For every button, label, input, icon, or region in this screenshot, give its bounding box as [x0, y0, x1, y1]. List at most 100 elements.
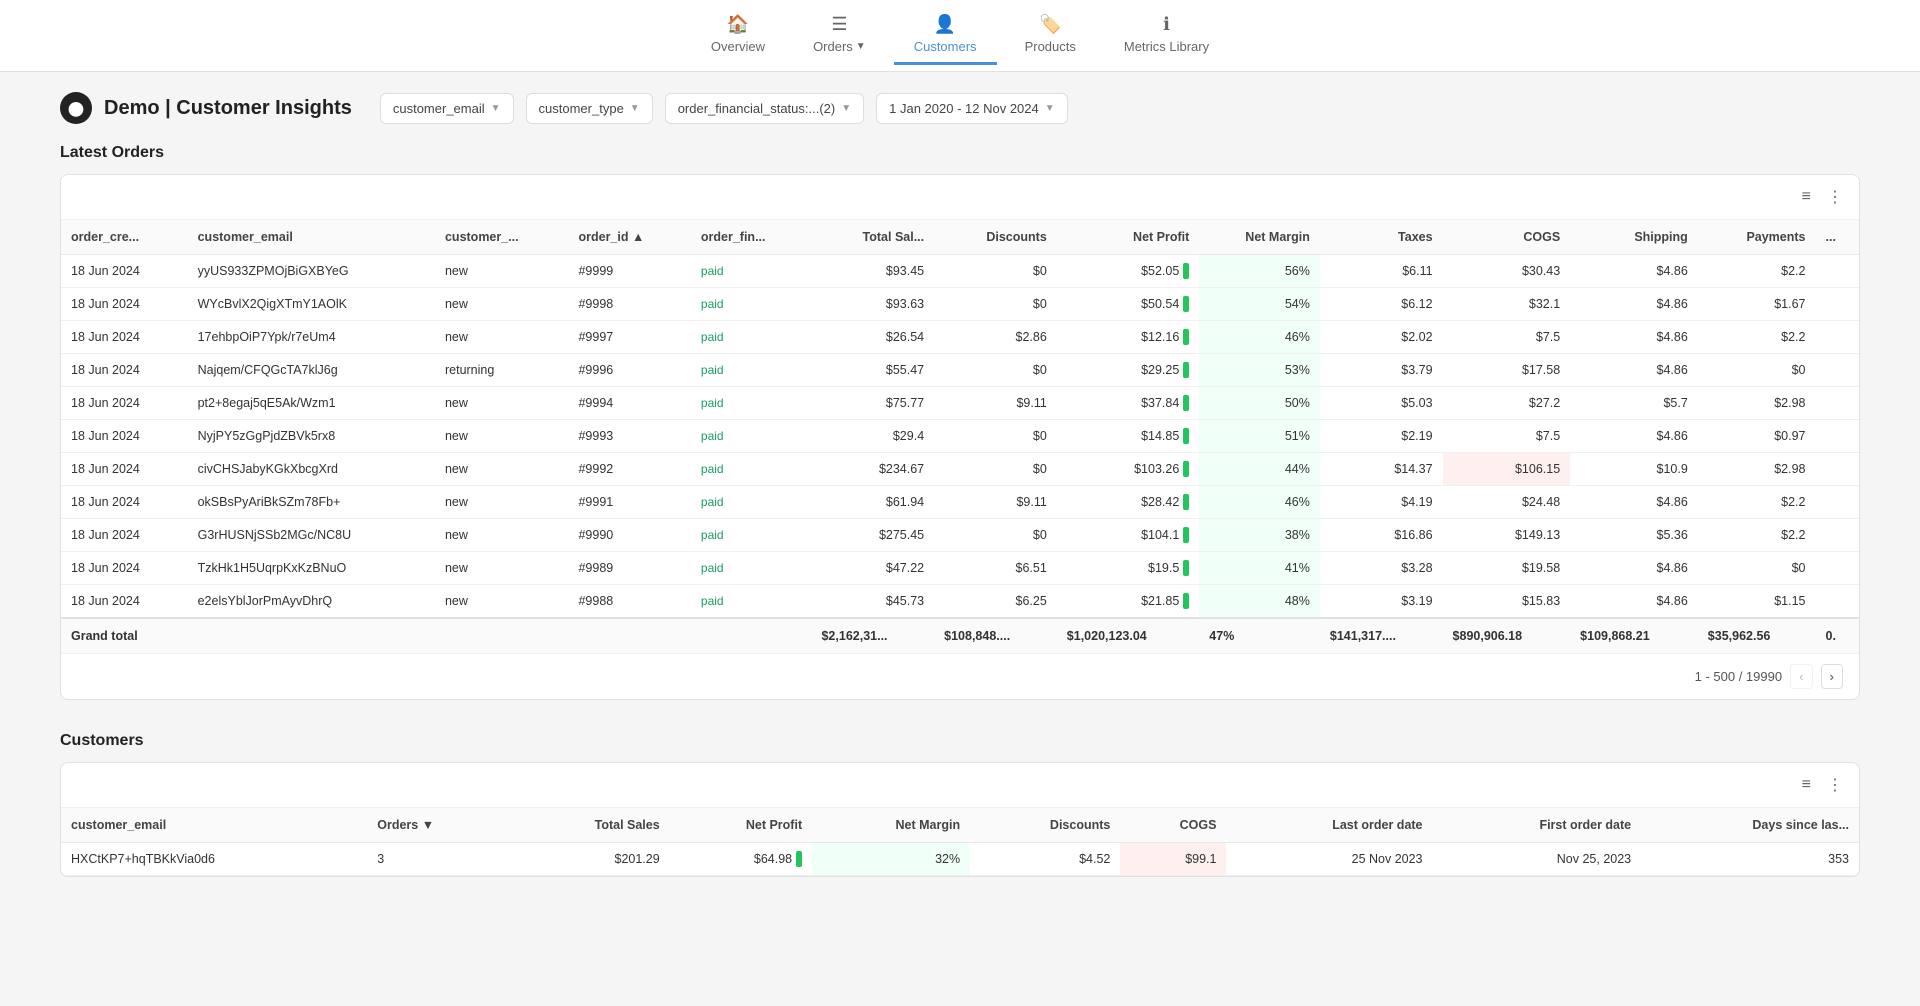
filter-date-range[interactable]: 1 Jan 2020 - 12 Nov 2024 ▼ [876, 93, 1068, 124]
cell-shipping: $5.7 [1570, 387, 1698, 420]
cell-shipping: $4.86 [1570, 354, 1698, 387]
cust-col-orders[interactable]: Orders ▼ [367, 808, 511, 843]
col-order-fin: order_fin... [691, 220, 812, 255]
nav-item-overview[interactable]: 🏠 Overview [691, 6, 785, 65]
customers-table-wrapper: customer_email Orders ▼ Total Sales Net … [61, 808, 1859, 876]
cell-order-id: #9990 [568, 519, 690, 552]
cell-discounts: $0 [934, 255, 1057, 288]
cell-net-margin: 46% [1199, 486, 1320, 519]
cell-shipping: $4.86 [1570, 486, 1698, 519]
cell-order-id: #9998 [568, 288, 690, 321]
customers-table: customer_email Orders ▼ Total Sales Net … [61, 808, 1859, 876]
cell-orders: 3 [367, 843, 511, 876]
grand-total-extra: 0. [1816, 618, 1860, 653]
cell-email: WYcBvlX2QigXTmY1AOlK [188, 288, 435, 321]
cell-taxes: $5.03 [1320, 387, 1443, 420]
cell-cogs: $32.1 [1443, 288, 1571, 321]
cell-discounts: $9.11 [934, 387, 1057, 420]
cell-shipping: $4.86 [1570, 585, 1698, 619]
cell-more [1816, 552, 1860, 585]
cell-type: new [435, 519, 569, 552]
profit-bar [1183, 362, 1189, 378]
cell-order-id: #9994 [568, 387, 690, 420]
nav-item-orders[interactable]: ☰ Orders ▼ [793, 6, 886, 65]
table-row: 18 Jun 2024 Najqem/CFQGcTA7klJ6g returni… [61, 354, 1859, 387]
grand-total-net-profit: $1,020,123.04 [1057, 618, 1200, 653]
table-row: 18 Jun 2024 G3rHUSNjSSb2MGc/NC8U new #99… [61, 519, 1859, 552]
col-order-id[interactable]: order_id ▲ [568, 220, 690, 255]
cell-total-sales: $61.94 [811, 486, 934, 519]
grand-total-row: Grand total $2,162,31... $108,848.... $1… [61, 618, 1859, 653]
filter-customer-type[interactable]: customer_type ▼ [526, 93, 653, 124]
page-logo: ⬤ [60, 92, 92, 124]
cell-discounts: $0 [934, 354, 1057, 387]
cell-email: NyjPY5zGgPjdZBVk5rx8 [188, 420, 435, 453]
cell-taxes: $6.12 [1320, 288, 1443, 321]
cell-cogs: $99.1 [1120, 843, 1226, 876]
pagination-next[interactable]: › [1821, 664, 1843, 689]
cell-date: 18 Jun 2024 [61, 552, 188, 585]
cell-total-sales: $234.67 [811, 453, 934, 486]
cell-fin-status: paid [691, 288, 812, 321]
cell-net-profit: $64.98 [670, 843, 812, 876]
cell-net-profit: $104.1 [1057, 519, 1200, 552]
cell-net-margin: 48% [1199, 585, 1320, 619]
cell-fin-status: paid [691, 420, 812, 453]
pagination-prev[interactable]: ‹ [1790, 664, 1812, 689]
profit-bar [1183, 428, 1189, 444]
filter-order-financial-status[interactable]: order_financial_status:...(2) ▼ [665, 93, 864, 124]
cell-net-margin: 50% [1199, 387, 1320, 420]
cell-discounts: $4.52 [970, 843, 1120, 876]
cell-email: pt2+8egaj5qE5Ak/Wzm1 [188, 387, 435, 420]
col-discounts: Discounts [934, 220, 1057, 255]
cell-discounts: $0 [934, 519, 1057, 552]
cust-col-days-since-last: Days since las... [1641, 808, 1859, 843]
cell-last-order-date: 25 Nov 2023 [1226, 843, 1432, 876]
cell-total-sales: $47.22 [811, 552, 934, 585]
cell-discounts: $2.86 [934, 321, 1057, 354]
cell-more [1816, 486, 1860, 519]
customers-more-options-button[interactable]: ⋮ [1823, 771, 1847, 799]
cell-email: G3rHUSNjSSb2MGc/NC8U [188, 519, 435, 552]
latest-orders-table: order_cre... customer_email customer_...… [61, 220, 1859, 653]
cell-email: TzkHk1H5UqrpKxKzBNuO [188, 552, 435, 585]
cell-cogs: $149.13 [1443, 519, 1571, 552]
cell-taxes: $6.11 [1320, 255, 1443, 288]
products-icon: 🏷️ [1039, 14, 1061, 35]
nav-item-products[interactable]: 🏷️ Products [1005, 6, 1096, 65]
grand-total-taxes: $141,317.... [1320, 618, 1443, 653]
customers-icon: 👤 [934, 14, 956, 35]
profit-bar [1183, 527, 1189, 543]
more-options-button[interactable]: ⋮ [1823, 183, 1847, 211]
cell-payments: $0.97 [1698, 420, 1816, 453]
cell-net-margin: 54% [1199, 288, 1320, 321]
cell-payments: $2.2 [1698, 321, 1816, 354]
top-navigation: 🏠 Overview ☰ Orders ▼ 👤 Customers 🏷️ Pro… [0, 0, 1920, 72]
cell-fin-status: paid [691, 519, 812, 552]
table-row: 18 Jun 2024 TzkHk1H5UqrpKxKzBNuO new #99… [61, 552, 1859, 585]
cell-total-sales: $275.45 [811, 519, 934, 552]
cell-date: 18 Jun 2024 [61, 354, 188, 387]
cell-payments: $2.2 [1698, 255, 1816, 288]
filter-customer-email[interactable]: customer_email ▼ [380, 93, 514, 124]
col-customer-email: customer_email [188, 220, 435, 255]
cell-total-sales: $75.77 [811, 387, 934, 420]
home-icon: 🏠 [727, 14, 749, 35]
cell-net-margin: 41% [1199, 552, 1320, 585]
cell-order-id: #9993 [568, 420, 690, 453]
cell-taxes: $16.86 [1320, 519, 1443, 552]
nav-item-metrics-library[interactable]: ℹ Metrics Library [1104, 6, 1229, 65]
cell-total-sales: $26.54 [811, 321, 934, 354]
cell-type: new [435, 255, 569, 288]
profit-bar [1183, 395, 1189, 411]
cell-shipping: $4.86 [1570, 255, 1698, 288]
cell-more [1816, 387, 1860, 420]
cell-cogs: $24.48 [1443, 486, 1571, 519]
cell-total-sales: $93.63 [811, 288, 934, 321]
cell-payments: $1.67 [1698, 288, 1816, 321]
nav-item-customers[interactable]: 👤 Customers [894, 6, 997, 65]
cell-order-id: #9999 [568, 255, 690, 288]
customers-filter-icon-button[interactable]: ≡ [1798, 771, 1815, 799]
filter-icon-button[interactable]: ≡ [1798, 183, 1815, 211]
table-row: 18 Jun 2024 okSBsPyAriBkSZm78Fb+ new #99… [61, 486, 1859, 519]
